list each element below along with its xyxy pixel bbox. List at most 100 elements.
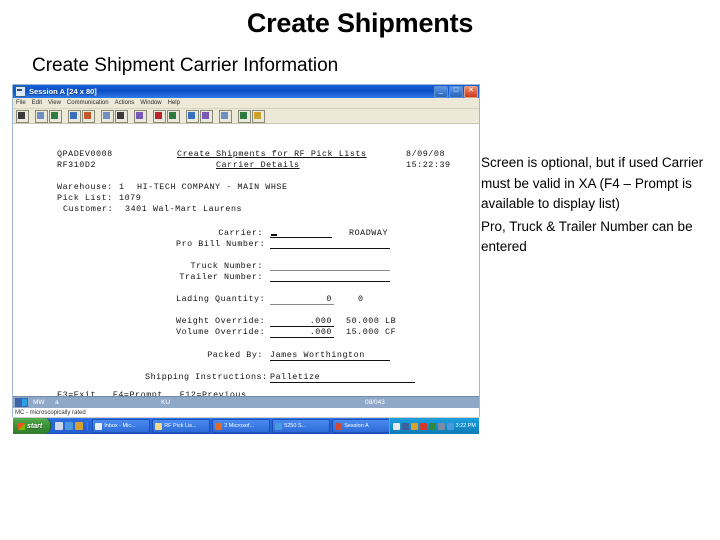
slide-subtitle: Create Shipment Carrier Information (32, 55, 339, 76)
shield-icon[interactable] (410, 422, 418, 430)
toolbar-separator (63, 111, 67, 122)
minimize-button[interactable]: _ (434, 85, 448, 98)
pick-list-value: 1079 (119, 193, 142, 203)
menu-item-view[interactable]: View (48, 98, 61, 108)
warehouse-number: 1 (119, 182, 125, 192)
packed-by-input[interactable]: James Worthington (270, 350, 390, 361)
stop-icon[interactable] (115, 109, 128, 123)
system-available-icon (15, 398, 28, 407)
task-button-label: 2 Microsof... (224, 423, 255, 429)
browser-icon[interactable] (65, 422, 74, 430)
carrier-label: Carrier: (218, 228, 263, 238)
oia-input-mode: a (55, 399, 59, 406)
shipping-instructions-input[interactable]: Palletize (270, 372, 415, 383)
task-icon (335, 422, 343, 430)
text-cursor (271, 234, 277, 236)
task-icon (155, 422, 163, 430)
menu-item-edit[interactable]: Edit (32, 98, 42, 108)
pro-bill-number-label: Pro Bill Number: (176, 239, 266, 249)
window-titlebar[interactable]: Session A [24 x 80] _ □ ✕ (13, 85, 479, 98)
display-icon[interactable] (101, 109, 114, 123)
media-icon[interactable] (75, 422, 84, 430)
forward-icon[interactable] (200, 109, 213, 123)
page-icon[interactable] (219, 109, 232, 123)
menu-item-actions[interactable]: Actions (115, 98, 135, 108)
menu-item-window[interactable]: Window (140, 98, 161, 108)
task-button-label: Inbox - Mic... (104, 423, 136, 429)
volume-override-label: Volume Override: (176, 327, 266, 337)
print-icon[interactable] (134, 109, 147, 123)
trailer-number-input[interactable] (270, 272, 390, 282)
task-button[interactable]: Session A (332, 419, 389, 433)
device-name: QPADEV0008 (57, 149, 113, 159)
program-id: RF310D2 (57, 160, 97, 170)
receive-file-icon[interactable] (82, 109, 95, 123)
quick-launch-bar (51, 422, 89, 430)
window-title: Session A [24 x 80] (29, 87, 97, 96)
menu-item-help[interactable]: Help (168, 98, 180, 108)
task-button[interactable]: 5250 S... (272, 419, 331, 433)
task-button[interactable]: 2 Microsof... (212, 419, 271, 433)
pro-bill-number-input[interactable] (270, 239, 390, 249)
lading-quantity-label: Lading Quantity: (176, 294, 266, 304)
battery-icon[interactable] (419, 422, 427, 430)
paste-icon[interactable] (49, 109, 62, 123)
truck-number-label: Truck Number: (190, 261, 263, 271)
volume-icon[interactable] (392, 422, 400, 430)
task-button[interactable]: RF Pick Lis... (152, 419, 211, 433)
truck-number-input[interactable] (270, 261, 390, 271)
terminal-screen[interactable]: QPADEV0008 Create Shipments for RF Pick … (13, 124, 479, 396)
back-icon[interactable] (186, 109, 199, 123)
annotation-callout: Screen is optional, but if used Carrier … (481, 153, 720, 258)
annotation-paragraph-2: Pro, Truck & Trailer Number can be enter… (481, 218, 693, 255)
screen-heading-secondary: Carrier Details (216, 160, 300, 170)
task-button-label: Session A (344, 423, 369, 429)
weight-override-input[interactable]: .000 (270, 316, 334, 327)
oia-cursor-position: 08/043 (365, 399, 385, 406)
oia-keyboard-state: KU (161, 399, 171, 406)
warehouse-label: Warehouse: (57, 182, 113, 192)
warehouse-name: HI-TECH COMPANY - MAIN WHSE (137, 182, 288, 192)
volume-override-input[interactable]: .000 (270, 327, 334, 338)
menu-item-communication[interactable]: Communication (67, 98, 109, 108)
antivirus-icon[interactable] (428, 422, 436, 430)
updates-icon[interactable] (446, 422, 454, 430)
trailer-number-label: Trailer Number: (179, 272, 263, 282)
toolbar-separator (148, 111, 152, 122)
carrier-input[interactable] (270, 228, 332, 238)
close-button[interactable]: ✕ (464, 85, 478, 98)
windows-taskbar: start Inbox - Mic... RF Pick Lis... 2 Mi… (13, 418, 479, 434)
copy-icon[interactable] (35, 109, 48, 123)
pick-list-label: Pick List: (57, 193, 113, 203)
network-icon[interactable] (401, 422, 409, 430)
toolbar-separator (181, 111, 185, 122)
macro-record-icon[interactable] (153, 109, 166, 123)
macro-play-icon[interactable] (167, 109, 180, 123)
task-icon (215, 422, 223, 430)
weight-override-computed: 50.000 LB (346, 316, 397, 326)
task-button-label: RF Pick Lis... (164, 423, 197, 429)
show-desktop-icon[interactable] (55, 422, 64, 430)
maximize-button[interactable]: □ (449, 85, 463, 98)
lading-quantity-input[interactable]: 0 (270, 294, 334, 305)
start-button[interactable]: start (13, 418, 52, 434)
menu-item-file[interactable]: File (16, 98, 26, 108)
windows-flag-icon (18, 422, 25, 430)
carrier-description: ROADWAY (349, 228, 389, 238)
toolbar-separator (233, 111, 237, 122)
help-icon[interactable] (252, 109, 265, 123)
screen-time: 15:22:39 (406, 160, 451, 170)
toolbar (13, 109, 479, 124)
clock: 3:22 PM (455, 423, 476, 429)
task-button[interactable]: Inbox - Mic... (92, 419, 151, 433)
settings-icon[interactable] (238, 109, 251, 123)
toolbar-separator (96, 111, 100, 122)
system-tray: 3:22 PM (388, 418, 479, 434)
printer-icon[interactable] (437, 422, 445, 430)
packed-by-label: Packed By: (207, 350, 263, 360)
status-strip-text: MC - microscopically rated (15, 409, 86, 416)
status-strip: MC - microscopically rated (13, 408, 479, 418)
send-file-icon[interactable] (68, 109, 81, 123)
task-button-list: Inbox - Mic... RF Pick Lis... 2 Microsof… (88, 419, 389, 433)
text-cursor-icon[interactable] (16, 109, 29, 123)
